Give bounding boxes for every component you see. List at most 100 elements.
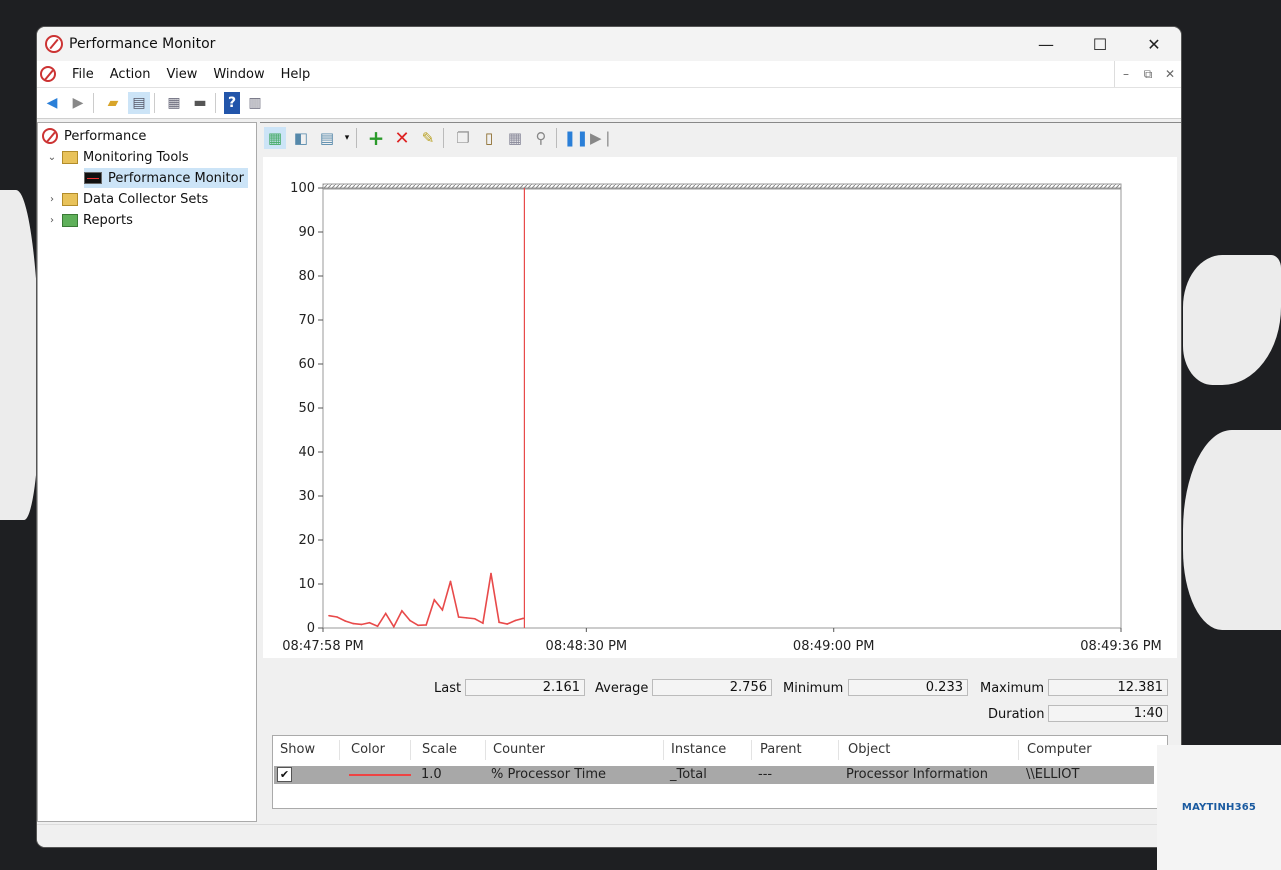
column-header-show[interactable]: Show (280, 742, 315, 757)
view-current-activity-icon[interactable]: ▦ (264, 127, 286, 149)
column-header-parent[interactable]: Parent (760, 742, 802, 757)
column-separator[interactable] (838, 740, 839, 760)
y-tick-label: 10 (298, 577, 315, 592)
zoom-icon[interactable]: ⚲ (530, 127, 552, 149)
menu-view[interactable]: View (158, 67, 205, 82)
y-tick-label: 30 (298, 489, 315, 504)
mdi-controls: – ⧉ ✕ (1114, 61, 1181, 87)
menu-action[interactable]: Action (102, 67, 159, 82)
tree-node-reports[interactable]: › Reports (46, 210, 133, 230)
column-separator[interactable] (751, 740, 752, 760)
column-separator[interactable] (485, 740, 486, 760)
print-icon[interactable]: ▬ (189, 92, 211, 114)
tree-label: Monitoring Tools (83, 149, 189, 165)
reports-folder-icon (62, 213, 78, 227)
copy-properties-icon[interactable]: ❐ (452, 127, 474, 149)
data-point (393, 625, 395, 628)
series-color-swatch (349, 774, 411, 776)
data-point (376, 625, 379, 628)
forward-arrow-icon[interactable]: ▶ (67, 92, 89, 114)
tree-label: Performance Monitor (108, 170, 244, 186)
watermark-logo: MAYTINH365 (1157, 745, 1281, 870)
maximize-button[interactable]: ☐ (1073, 27, 1127, 61)
column-header-counter[interactable]: Counter (493, 742, 545, 757)
help-icon[interactable]: ? (224, 92, 240, 114)
chevron-down-icon[interactable]: ▾ (342, 127, 352, 149)
update-data-icon[interactable]: ▶❘ (590, 127, 614, 149)
delete-counter-icon[interactable]: ✕ (391, 127, 413, 149)
tree-label: Performance (64, 128, 147, 144)
paste-counter-list-icon[interactable]: ▯ (478, 127, 500, 149)
duration-value: 1:40 (1048, 705, 1168, 722)
data-point (352, 622, 355, 625)
column-separator[interactable] (410, 740, 411, 760)
column-header-scale[interactable]: Scale (422, 742, 457, 757)
toolbar-separator (215, 93, 216, 113)
add-counter-icon[interactable]: + (365, 126, 387, 150)
column-header-instance[interactable]: Instance (671, 742, 726, 757)
properties-icon[interactable]: ▦ (504, 127, 526, 149)
watermark-text: MAYTINH365 (1181, 802, 1257, 813)
data-point (433, 599, 436, 601)
column-separator[interactable] (339, 740, 340, 760)
column-separator[interactable] (663, 740, 664, 760)
column-header-object[interactable]: Object (848, 742, 890, 757)
change-graph-type-icon[interactable]: ▤ (316, 127, 338, 149)
up-folder-icon[interactable]: ▰ (102, 92, 124, 114)
chevron-right-icon[interactable]: › (46, 215, 58, 226)
mdi-minimize-button[interactable]: – (1115, 61, 1137, 87)
data-point (465, 617, 468, 619)
folder-icon (62, 192, 78, 206)
y-tick-label: 100 (290, 181, 315, 196)
average-label: Average (595, 681, 649, 696)
menu-help[interactable]: Help (273, 67, 319, 82)
mdi-restore-button[interactable]: ⧉ (1137, 61, 1159, 87)
back-arrow-icon[interactable]: ◀ (41, 92, 63, 114)
data-point (425, 624, 427, 626)
counter-cell: % Processor Time (491, 767, 607, 782)
navigation-tree: Performance ⌄ Monitoring Tools Performan… (37, 122, 257, 822)
view-log-data-icon[interactable]: ◧ (290, 127, 312, 149)
freeze-display-icon[interactable]: ❚❚ (563, 127, 588, 149)
maximum-label: Maximum (980, 681, 1045, 696)
close-button[interactable]: ✕ (1127, 27, 1181, 61)
tree-node-monitoring-tools[interactable]: ⌄ Monitoring Tools (46, 147, 189, 167)
chevron-right-icon[interactable]: › (46, 194, 58, 205)
column-separator[interactable] (1018, 740, 1019, 760)
data-point (360, 623, 363, 626)
table-row[interactable]: ✔ 1.0 % Processor Time _Total --- Proces… (274, 766, 1154, 784)
console-menu-icon[interactable] (40, 66, 56, 82)
show-action-pane-icon[interactable]: ▥ (244, 92, 266, 114)
data-point (457, 616, 460, 618)
x-tick-label: 08:49:36 PM (1080, 639, 1162, 654)
tree-node-data-collector-sets[interactable]: › Data Collector Sets (46, 189, 208, 209)
tree-node-performance[interactable]: Performance (42, 126, 146, 146)
column-header-computer[interactable]: Computer (1027, 742, 1092, 757)
properties-icon[interactable]: ▦ (163, 92, 185, 114)
data-point (514, 619, 517, 622)
y-tick-label: 80 (298, 269, 315, 284)
column-header-color[interactable]: Color (351, 742, 385, 757)
toolbar-separator (443, 128, 444, 148)
toolbar-separator (556, 128, 557, 148)
chevron-down-icon[interactable]: ⌄ (46, 152, 58, 163)
menu-file[interactable]: File (64, 67, 102, 82)
y-tick-label: 0 (307, 621, 315, 636)
data-point (498, 621, 500, 624)
menu-bar: File Action View Window Help – ⧉ ✕ (37, 61, 1181, 88)
performance-icon (42, 128, 58, 144)
title-bar: Performance Monitor — ☐ ✕ (37, 27, 1181, 61)
show-hide-tree-icon[interactable]: ▤ (128, 92, 150, 114)
data-point (401, 610, 403, 612)
minimum-label: Minimum (783, 681, 844, 696)
background-shape (1183, 430, 1281, 630)
minimize-button[interactable]: — (1019, 27, 1073, 61)
mdi-close-button[interactable]: ✕ (1159, 61, 1181, 87)
background-shape (0, 190, 40, 520)
show-checkbox[interactable]: ✔ (277, 767, 292, 782)
highlight-icon[interactable]: ✎ (417, 127, 439, 149)
menu-window[interactable]: Window (205, 67, 272, 82)
data-point (506, 623, 508, 625)
y-tick-label: 70 (298, 313, 315, 328)
tree-node-performance-monitor[interactable]: Performance Monitor (84, 168, 248, 188)
